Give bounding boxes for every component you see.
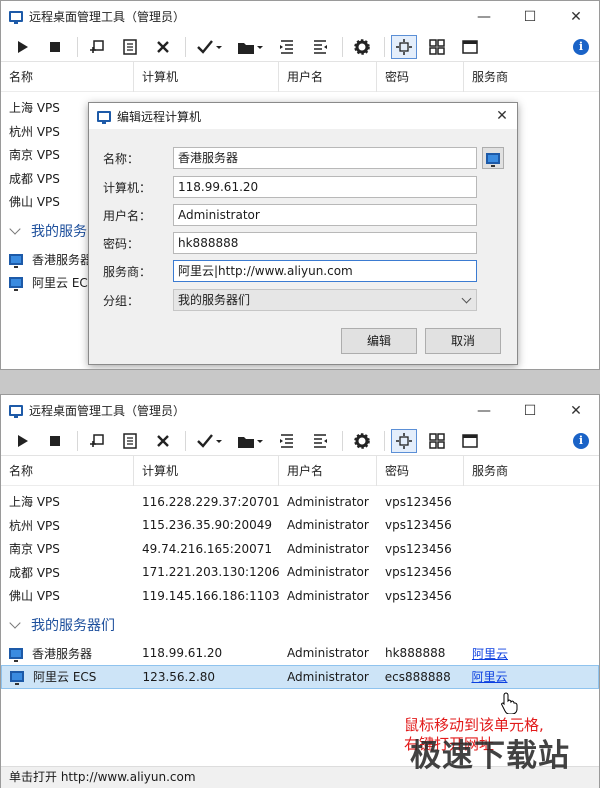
watermark: 极速下载站 [410,738,570,774]
table-row[interactable]: 成都 VPS 171.221.203.130:12063 Administrat… [1,561,599,585]
name-label: 名称： [103,151,140,166]
maximize-button[interactable]: ☐ [507,1,553,32]
window-title: 远程桌面管理工具（管理员） [29,10,186,24]
dialog-title: 编辑远程计算机 [117,109,202,124]
minimize-button[interactable]: — [461,1,507,32]
monitor-icon [10,671,24,686]
delete-icon[interactable] [150,429,176,453]
edit-button[interactable]: 编辑 [341,328,417,354]
group-header[interactable]: 我的服务器们 [1,608,599,642]
settings-icon[interactable] [349,35,375,59]
group-label: 我的服务器们 [31,617,115,634]
title-bar[interactable]: 远程桌面管理工具（管理员） — ☐ ✕ [1,395,599,426]
table-row[interactable]: 香港服务器 118.99.61.20 Administrator hk88888… [1,642,599,666]
column-header-provider[interactable]: 服务商 [464,456,599,486]
app-monitor-icon [9,11,23,24]
edit-computer-dialog: 编辑远程计算机 ✕ 名称： 香港服务器 计算机： 118.99.61.20 用户… [88,102,518,365]
table-row[interactable]: 杭州 VPS 115.236.35.90:20049 Administrator… [1,514,599,538]
stop-icon[interactable] [42,35,68,59]
monitor-icon [9,253,23,268]
properties-icon[interactable] [117,35,143,59]
app-window-top: 远程桌面管理工具（管理员） — ☐ ✕ i 名称 计算机 用户名 密码 服务商 … [0,0,600,370]
chevron-down-icon[interactable] [9,222,21,235]
window-view-icon[interactable] [457,429,483,453]
dialog-title-bar[interactable]: 编辑远程计算机 ✕ [89,103,517,129]
table-row[interactable]: 佛山 VPS 119.145.166.186:11037 Administrat… [1,584,599,608]
column-header-computer[interactable]: 计算机 [134,62,279,92]
grid-view-icon[interactable] [424,429,450,453]
close-button[interactable]: ✕ [553,395,599,426]
pick-icon-button[interactable] [482,147,504,169]
delete-icon[interactable] [150,35,176,59]
grid-view-icon[interactable] [424,35,450,59]
toolbar: i [1,32,599,62]
folder-icon[interactable] [233,35,267,59]
collapse-all-icon[interactable] [274,35,300,59]
app-monitor-icon [9,405,23,418]
group-label: 分组： [103,293,140,308]
stop-icon[interactable] [42,429,68,453]
user-field[interactable]: Administrator [173,204,477,226]
close-button[interactable]: ✕ [553,1,599,32]
password-label: 密码： [103,236,140,251]
toolbar: i [1,426,599,456]
expand-all-icon[interactable] [307,35,333,59]
settings-icon[interactable] [349,429,375,453]
title-bar[interactable]: 远程桌面管理工具（管理员） — ☐ ✕ [1,1,599,32]
password-field[interactable]: hk888888 [173,232,477,254]
table-row[interactable]: 南京 VPS 49.74.216.165:20071 Administrator… [1,537,599,561]
name-field[interactable]: 香港服务器 [173,147,477,169]
column-header-password[interactable]: 密码 [377,62,464,92]
app-monitor-icon [97,110,111,124]
chevron-down-icon[interactable] [9,616,21,629]
add-computer-icon[interactable] [84,429,110,453]
fit-screen-icon[interactable] [391,428,417,453]
column-header-name[interactable]: 名称 [1,456,134,486]
provider-link[interactable]: 阿里云 [472,647,508,661]
column-header-user[interactable]: 用户名 [279,456,377,486]
computer-label: 计算机： [103,180,152,195]
maximize-button[interactable]: ☐ [507,395,553,426]
provider-field[interactable]: 阿里云|http://www.aliyun.com [173,260,477,282]
column-header-provider[interactable]: 服务商 [464,62,599,92]
info-icon[interactable]: i [573,432,589,449]
window-title: 远程桌面管理工具（管理员） [29,404,186,418]
window-view-icon[interactable] [457,35,483,59]
check-icon[interactable] [192,35,226,59]
cancel-button[interactable]: 取消 [425,328,501,354]
play-icon[interactable] [9,35,35,59]
dialog-close-button[interactable]: ✕ [487,108,517,124]
column-header-computer[interactable]: 计算机 [134,456,279,486]
provider-label: 服务商： [103,264,152,279]
monitor-icon [486,152,500,167]
user-label: 用户名： [103,208,152,223]
table-row[interactable]: 上海 VPS 116.228.229.37:20701 Administrato… [1,490,599,514]
monitor-icon [9,277,23,292]
fit-screen-icon[interactable] [391,34,417,59]
info-icon[interactable]: i [573,38,589,55]
folder-icon[interactable] [233,429,267,453]
check-icon[interactable] [192,429,226,453]
collapse-all-icon[interactable] [274,429,300,453]
add-computer-icon[interactable] [84,35,110,59]
minimize-button[interactable]: — [461,395,507,426]
table-row-selected[interactable]: 阿里云 ECS 123.56.2.80 Administrator ecs888… [1,665,599,689]
expand-all-icon[interactable] [307,429,333,453]
play-icon[interactable] [9,429,35,453]
provider-link[interactable]: 阿里云 [471,670,507,684]
column-header-password[interactable]: 密码 [377,456,464,486]
computer-table: 名称 计算机 用户名 密码 服务商 上海 VPS 116.228.229.37:… [1,456,599,689]
properties-icon[interactable] [117,429,143,453]
group-select[interactable]: 我的服务器们 [173,289,477,311]
group-label: 我的服务 [31,223,87,240]
column-header-name[interactable]: 名称 [1,62,134,92]
monitor-icon [9,647,23,662]
column-header-user[interactable]: 用户名 [279,62,377,92]
computer-field[interactable]: 118.99.61.20 [173,176,477,198]
chevron-down-icon [461,293,472,304]
hand-cursor-icon [501,692,518,714]
